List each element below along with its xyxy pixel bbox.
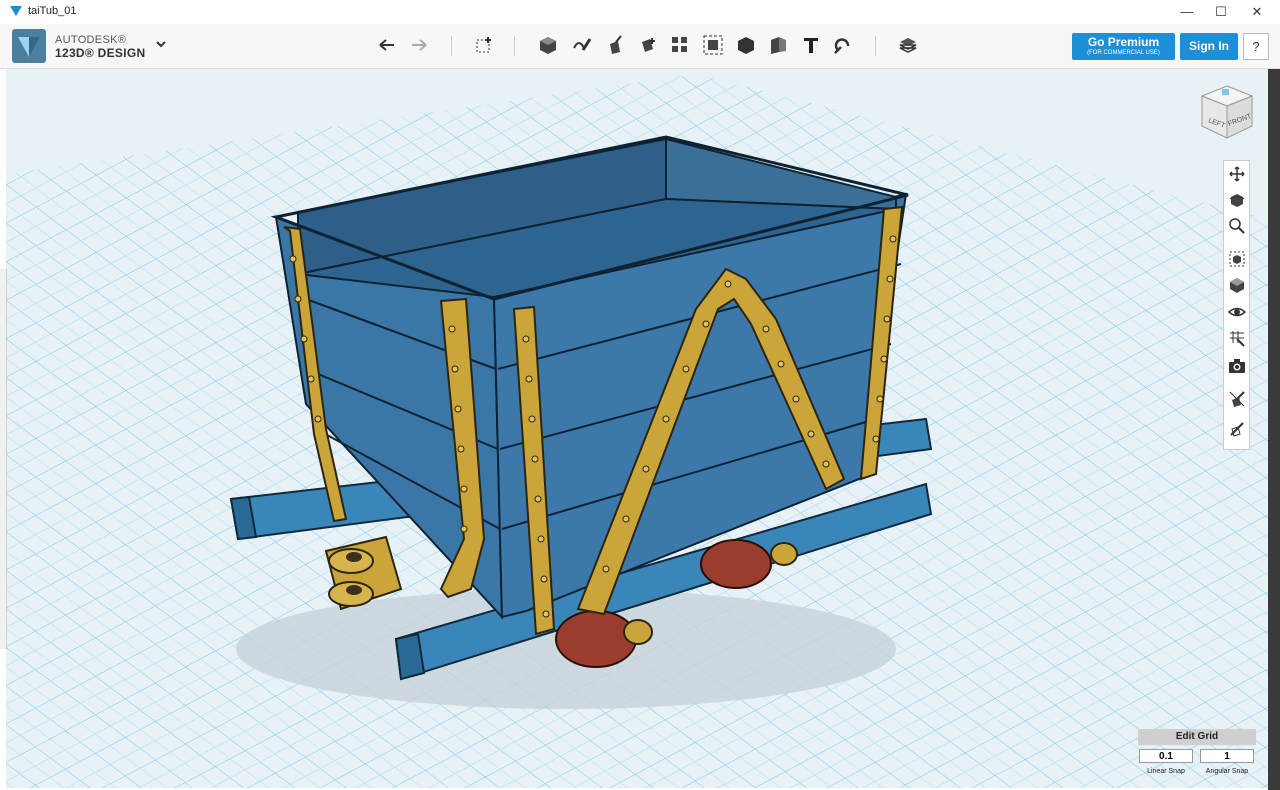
- sketch-icon[interactable]: [571, 34, 593, 56]
- chevron-down-icon[interactable]: [155, 38, 167, 50]
- grid-material-icon[interactable]: [1228, 329, 1246, 347]
- toolbar-divider: [451, 36, 452, 56]
- go-premium-label: Go Premium: [1087, 35, 1160, 49]
- material-icon[interactable]: [897, 34, 919, 56]
- perspective-icon[interactable]: [1228, 276, 1246, 294]
- hide-sketch-icon[interactable]: [1228, 390, 1246, 408]
- sign-in-button[interactable]: Sign In: [1180, 33, 1238, 60]
- right-window-edge: [1268, 69, 1280, 790]
- brand-product: 123D® DESIGN: [55, 46, 146, 60]
- left-panel-edge: [0, 269, 7, 649]
- visibility-eye-icon[interactable]: [1228, 303, 1246, 321]
- pattern-icon[interactable]: [669, 34, 691, 56]
- toolbar-divider: [514, 36, 515, 56]
- orbit-icon[interactable]: [1228, 191, 1246, 209]
- go-premium-button[interactable]: Go Premium (FOR COMMERCIAL USE): [1072, 33, 1175, 60]
- show-sketch-icon[interactable]: [1228, 420, 1246, 438]
- viewcube[interactable]: LEFT FRONT: [1198, 82, 1256, 142]
- main-toolbar: AUTODESK® 123D® DESIGN Go Premium (FOR C…: [0, 24, 1280, 69]
- construct-icon[interactable]: [604, 34, 626, 56]
- title-bar: taiTub_01 — ☐ ✕: [0, 0, 1280, 24]
- edit-grid-button[interactable]: Edit Grid: [1138, 729, 1256, 745]
- transform-icon[interactable]: [473, 34, 495, 56]
- redo-icon[interactable]: [408, 34, 430, 56]
- navigation-bar: [1223, 160, 1250, 450]
- zoom-icon[interactable]: [1228, 217, 1246, 235]
- primitives-icon[interactable]: [537, 34, 559, 56]
- 3d-viewport[interactable]: [6, 69, 1268, 788]
- modify-icon[interactable]: [637, 34, 659, 56]
- camera-icon[interactable]: [1228, 357, 1246, 375]
- grouping-icon[interactable]: [702, 34, 724, 56]
- maximize-button[interactable]: ☐: [1204, 0, 1238, 24]
- angular-snap-field[interactable]: 1: [1200, 749, 1254, 763]
- help-button[interactable]: ?: [1243, 33, 1269, 60]
- pan-icon[interactable]: [1228, 165, 1246, 183]
- app-icon: [10, 6, 22, 16]
- window-title: taiTub_01: [28, 5, 77, 17]
- grid-panel: Edit Grid 0.1 1 Linear Snap Angular Snap: [1138, 729, 1256, 779]
- toolbar-divider: [875, 36, 876, 56]
- scene-canvas[interactable]: [6, 69, 1268, 788]
- mine-cart-model[interactable]: [229, 135, 933, 709]
- linear-snap-field[interactable]: 0.1: [1139, 749, 1193, 763]
- text-icon[interactable]: [800, 34, 822, 56]
- go-premium-sublabel: (FOR COMMERCIAL USE): [1087, 50, 1160, 56]
- fit-view-icon[interactable]: [1228, 250, 1246, 268]
- brand-autodesk: AUTODESK®: [55, 34, 127, 46]
- snap-icon[interactable]: [832, 34, 854, 56]
- undo-icon[interactable]: [376, 34, 398, 56]
- minimize-button[interactable]: —: [1170, 0, 1204, 24]
- close-button[interactable]: ✕: [1240, 0, 1274, 24]
- combine-icon[interactable]: [735, 34, 757, 56]
- measure-icon[interactable]: [767, 34, 789, 56]
- angular-snap-label: Angular Snap: [1205, 768, 1249, 775]
- autodesk-logo-icon[interactable]: [12, 29, 46, 63]
- linear-snap-label: Linear Snap: [1147, 768, 1185, 775]
